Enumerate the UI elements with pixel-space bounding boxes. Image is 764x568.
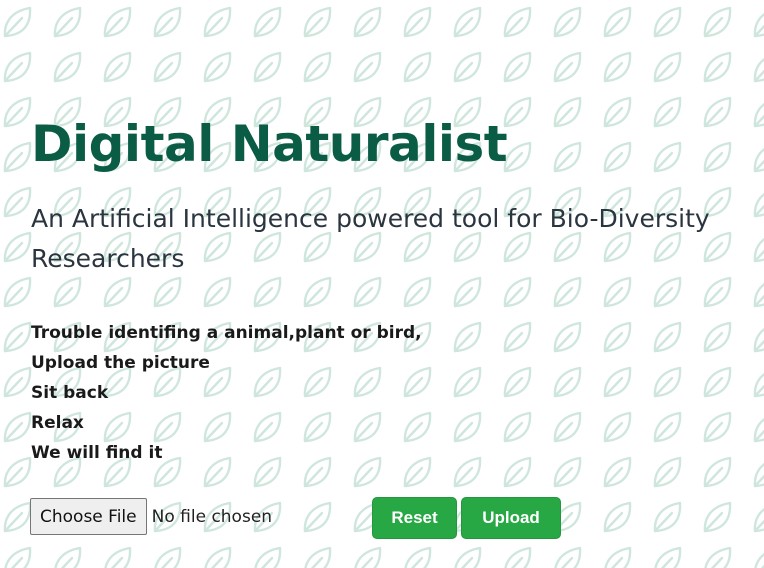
intro-line: Relax [31, 413, 84, 433]
intro-list: Trouble identifing a animal,plant or bir… [31, 318, 422, 468]
page-title: Digital Naturalist [31, 115, 508, 173]
page-subtitle: An Artificial Intelligence powered tool … [31, 204, 710, 273]
intro-line: Trouble identifing a animal,plant or bir… [31, 323, 422, 343]
file-status-text: No file chosen [151, 506, 273, 527]
intro-line: We will find it [31, 443, 163, 463]
intro-line: Upload the picture [31, 353, 210, 373]
intro-line: Sit back [31, 383, 109, 403]
choose-file-button[interactable]: Choose File [30, 498, 147, 535]
upload-button[interactable]: Upload [461, 497, 561, 539]
reset-button[interactable]: Reset [372, 497, 457, 539]
leaf-pattern-background [0, 0, 764, 568]
file-input[interactable]: Choose File No file chosen [30, 498, 272, 535]
